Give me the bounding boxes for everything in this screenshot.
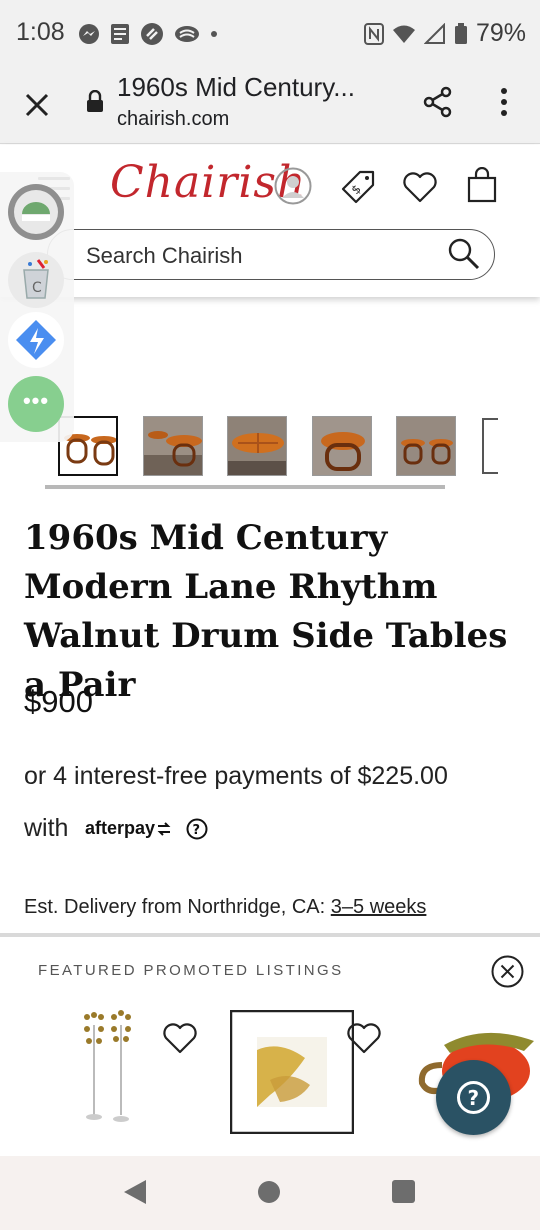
svg-text:$: $ [349,182,364,197]
thumbnail-3[interactable] [227,416,287,476]
help-question-icon: ? [457,1081,490,1114]
featured-heading: FEATURED PROMOTED LISTINGS [38,962,344,979]
more-bubbles-button[interactable]: ••• [8,376,64,432]
nfc-icon [363,22,384,45]
product-title: 1960s Mid Century Modern Lane Rhythm Wal… [24,518,508,705]
thumbnail-6-partial[interactable] [482,418,498,474]
svg-text:?: ? [468,1086,480,1110]
battery-icon [454,22,467,44]
listing-1-heart-icon[interactable] [162,1022,198,1054]
floating-bubbles-panel: C ••• [0,172,74,442]
android-app-bubble[interactable] [8,184,64,240]
system-navigation-bar [0,1156,540,1230]
link-app-icon [141,23,163,45]
section-divider [0,933,540,937]
system-icons: 79% [363,19,526,48]
trash-cleaner-icon: C [23,259,49,299]
menu-more-icon[interactable] [492,84,516,120]
thumbnail-2[interactable] [143,416,203,476]
listing-2-heart-icon[interactable] [346,1022,382,1054]
messenger-icon [79,24,99,44]
thumbnail-5[interactable] [396,416,456,476]
search-placeholder: Search Chairish [86,243,243,268]
featured-listing-1[interactable] [80,1005,140,1132]
afterpay-info-icon[interactable]: ? [186,818,208,840]
more-notifications-icon [211,31,217,37]
cleaner-app-bubble[interactable]: C [8,252,64,308]
browser-toolbar: 1960s Mid Century... chairish.com [0,68,540,144]
price-tag-icon[interactable]: $ [340,169,376,205]
account-icon[interactable] [274,167,312,205]
product-price: $900 [24,684,93,719]
wifi-icon [392,25,415,43]
listing-image [229,1009,355,1135]
listing-image [84,1010,131,1122]
gallery-scrollbar[interactable] [45,485,445,489]
thumbnail-4[interactable] [312,416,372,476]
share-icon[interactable] [420,84,456,120]
news-icon [111,24,129,44]
help-button[interactable]: ? [436,1060,511,1135]
svg-text:C: C [32,280,42,296]
close-tab-icon[interactable] [20,88,54,122]
installment-text: or 4 interest-free payments of $225.00 [24,762,448,790]
delivery-label: Est. Delivery from Northridge, CA: [24,896,326,918]
shopping-bag-icon[interactable] [466,167,498,203]
battery-level: 79% [475,19,526,47]
status-bar: 1:08 79% [0,0,540,68]
featured-listing-2[interactable] [229,1009,355,1139]
notification-icons [78,22,218,46]
delivery-estimate: Est. Delivery from Northridge, CA: 3–5 w… [24,896,426,919]
app-bubble-blue[interactable] [8,312,64,368]
afterpay-with-text: with [24,814,69,842]
svg-text:?: ? [193,823,201,838]
afterpay-logo: afterpay [85,818,172,839]
ellipsis-icon: ••• [22,388,50,413]
blue-diamond-icon [16,320,56,360]
search-icon[interactable] [446,236,482,272]
close-featured-icon[interactable] [491,955,524,988]
lock-icon[interactable] [86,90,104,112]
home-icon[interactable] [258,1181,280,1203]
back-icon[interactable] [122,1178,148,1206]
delivery-time-link[interactable]: 3–5 weeks [331,896,427,918]
search-input[interactable]: Search Chairish [47,229,495,280]
signal-icon [423,22,445,44]
recents-icon[interactable] [392,1180,415,1203]
site-header: Chairish $ Search Chairish [0,145,540,297]
cloud-app-icon [175,26,199,42]
android-icon [14,190,58,234]
url-domain[interactable]: chairish.com [117,108,229,131]
status-time: 1:08 [16,18,65,46]
afterpay-arrows-icon [157,822,171,836]
favorites-heart-icon[interactable] [402,171,438,203]
page-title[interactable]: 1960s Mid Century... [117,72,355,103]
